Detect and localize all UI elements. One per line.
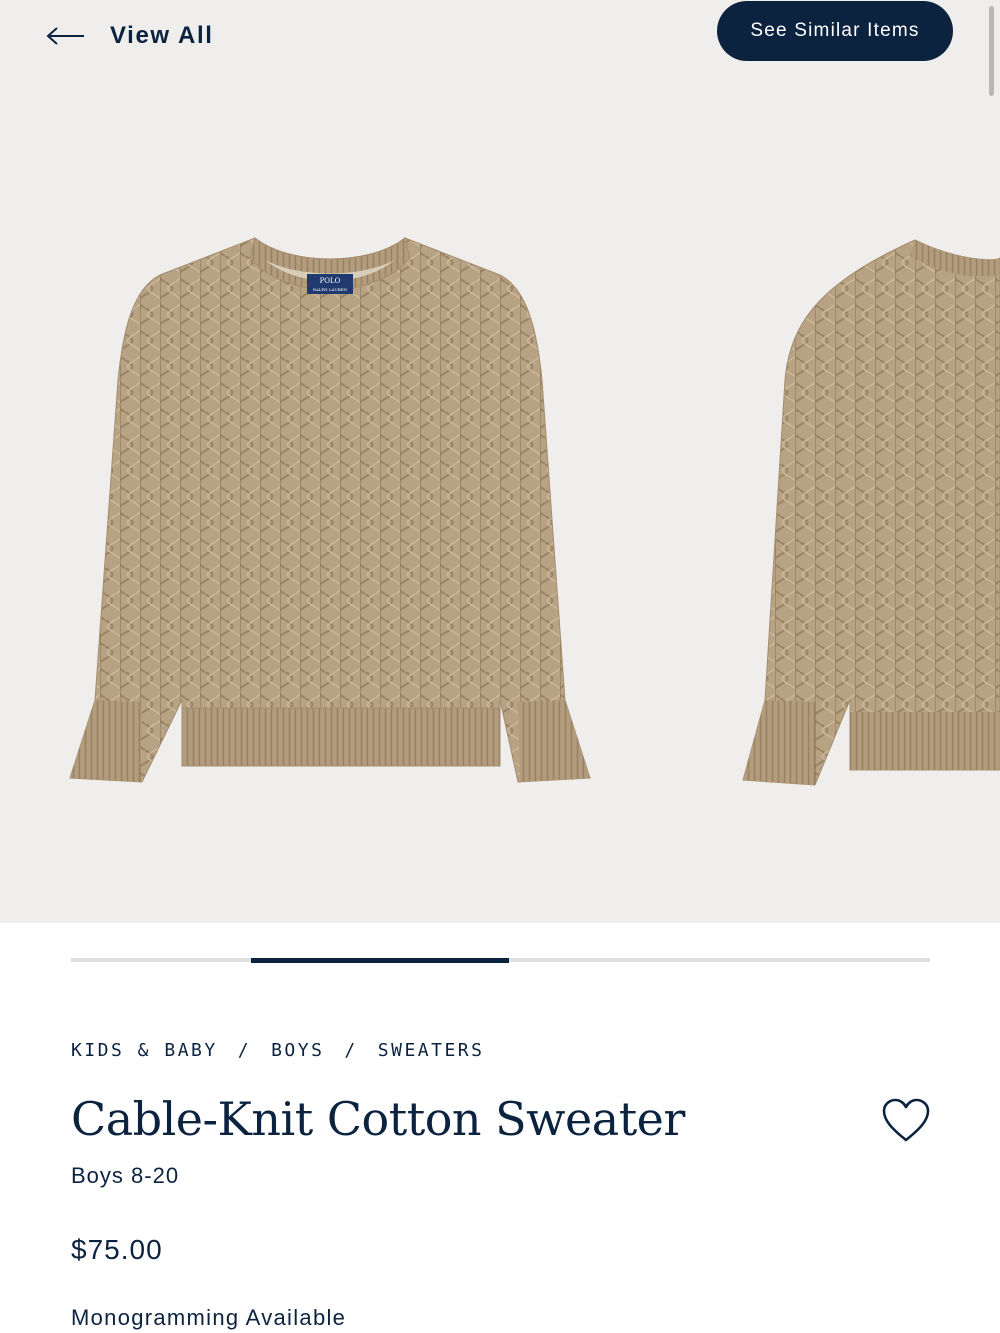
breadcrumb-item-sweaters[interactable]: SWEATERS xyxy=(378,1040,485,1061)
product-size-range: Boys 8-20 xyxy=(71,1163,180,1188)
product-gallery[interactable]: POLO RALPH LAUREN View All See Similar I… xyxy=(0,0,1000,923)
product-image-alternate[interactable] xyxy=(735,230,1000,800)
product-price: $75.00 xyxy=(71,1234,163,1265)
arrow-left-icon xyxy=(46,26,86,46)
favorite-button[interactable] xyxy=(880,1094,932,1146)
see-similar-items-button[interactable]: See Similar Items xyxy=(717,1,953,61)
label-text-brand: RALPH LAUREN xyxy=(313,287,348,292)
breadcrumb-item-boys[interactable]: BOYS xyxy=(271,1040,324,1061)
heart-icon xyxy=(882,1098,930,1142)
label-text-polo: POLO xyxy=(320,277,341,285)
breadcrumb-item-kids-baby[interactable]: KIDS & BABY xyxy=(71,1040,218,1061)
breadcrumb: KIDS & BABY / BOYS / SWEATERS xyxy=(71,1040,484,1061)
breadcrumb-separator: / xyxy=(237,1040,252,1061)
back-link[interactable]: View All xyxy=(46,18,214,54)
gallery-progress-indicator xyxy=(71,957,930,963)
gallery-progress-active-segment xyxy=(251,957,510,963)
back-link-label: View All xyxy=(110,22,214,49)
product-image-front[interactable]: POLO RALPH LAUREN xyxy=(60,230,600,800)
monogramming-note: Monogramming Available xyxy=(71,1305,347,1330)
scrollbar[interactable] xyxy=(989,6,994,96)
product-title: Cable-Knit Cotton Sweater xyxy=(71,1092,685,1146)
breadcrumb-separator: / xyxy=(344,1040,358,1061)
